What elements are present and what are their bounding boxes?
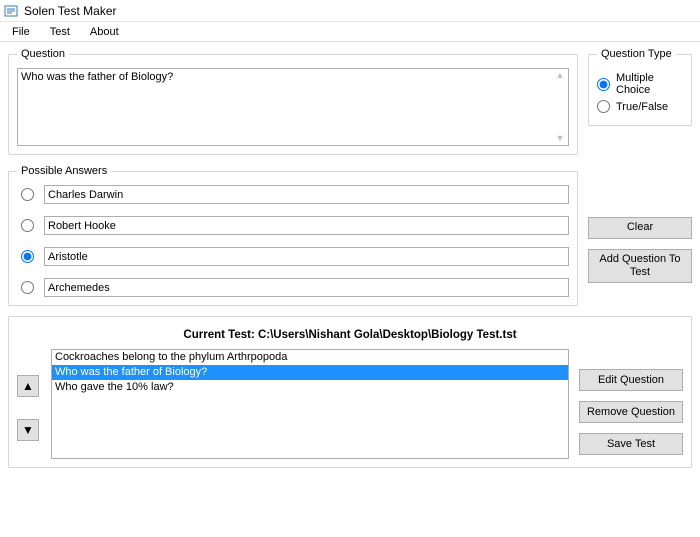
- side-buttons: Clear Add Question To Test: [588, 193, 692, 306]
- radio-true-false-row[interactable]: True/False: [597, 100, 683, 113]
- question-type-label: Question Type: [597, 48, 676, 60]
- answer-row: [17, 247, 569, 266]
- list-item[interactable]: Cockroaches belong to the phylum Arthrpo…: [52, 350, 568, 365]
- radio-multiple-choice[interactable]: [597, 78, 610, 91]
- answer-input-3[interactable]: [44, 278, 569, 297]
- save-test-button[interactable]: Save Test: [579, 433, 683, 455]
- answer-input-2[interactable]: [44, 247, 569, 266]
- menu-test[interactable]: Test: [42, 24, 78, 40]
- clear-button[interactable]: Clear: [588, 217, 692, 239]
- bottom-buttons: Edit Question Remove Question Save Test: [579, 349, 683, 455]
- list-item[interactable]: Who gave the 10% law?: [52, 380, 568, 395]
- answer-input-0[interactable]: [44, 185, 569, 204]
- menu-file[interactable]: File: [4, 24, 38, 40]
- app-icon: [4, 4, 18, 18]
- current-test-path: C:\Users\Nishant Gola\Desktop\Biology Te…: [258, 329, 517, 341]
- current-test-prefix: Current Test:: [183, 329, 258, 341]
- questions-listbox[interactable]: Cockroaches belong to the phylum Arthrpo…: [51, 349, 569, 459]
- question-group-label: Question: [17, 48, 69, 60]
- menubar: File Test About: [0, 22, 700, 42]
- answer-radio-1[interactable]: [21, 219, 34, 232]
- scroll-down-icon: ▼: [554, 134, 566, 143]
- app-title: Solen Test Maker: [24, 4, 117, 18]
- answer-row: [17, 216, 569, 235]
- radio-true-false-label: True/False: [616, 101, 668, 113]
- question-scrollbar[interactable]: ▲ ▼: [552, 69, 568, 145]
- radio-true-false[interactable]: [597, 100, 610, 113]
- answer-radio-2[interactable]: [21, 250, 34, 263]
- current-test-group: Current Test: C:\Users\Nishant Gola\Desk…: [8, 316, 692, 468]
- answer-row: [17, 185, 569, 204]
- list-item[interactable]: Who was the father of Biology?: [52, 365, 568, 380]
- answer-radio-0[interactable]: [21, 188, 34, 201]
- move-up-button[interactable]: ▲: [17, 375, 39, 397]
- answer-radio-3[interactable]: [21, 281, 34, 294]
- chevron-down-icon: ▼: [22, 424, 34, 436]
- move-down-button[interactable]: ▼: [17, 419, 39, 441]
- scroll-up-icon: ▲: [554, 71, 566, 80]
- radio-multiple-choice-row[interactable]: Multiple Choice: [597, 72, 683, 96]
- radio-multiple-choice-label: Multiple Choice: [616, 72, 683, 96]
- current-test-label: Current Test: C:\Users\Nishant Gola\Desk…: [17, 329, 683, 341]
- reorder-arrows: ▲ ▼: [17, 349, 41, 441]
- menu-about[interactable]: About: [82, 24, 127, 40]
- possible-answers-label: Possible Answers: [17, 165, 111, 177]
- remove-question-button[interactable]: Remove Question: [579, 401, 683, 423]
- question-textarea[interactable]: [18, 69, 552, 145]
- question-type-group: Question Type Multiple Choice True/False: [588, 48, 692, 126]
- possible-answers-group: Possible Answers: [8, 165, 578, 306]
- add-question-button[interactable]: Add Question To Test: [588, 249, 692, 283]
- answer-row: [17, 278, 569, 297]
- chevron-up-icon: ▲: [22, 380, 34, 392]
- question-group: Question ▲ ▼: [8, 48, 578, 155]
- answer-input-1[interactable]: [44, 216, 569, 235]
- edit-question-button[interactable]: Edit Question: [579, 369, 683, 391]
- titlebar: Solen Test Maker: [0, 0, 700, 22]
